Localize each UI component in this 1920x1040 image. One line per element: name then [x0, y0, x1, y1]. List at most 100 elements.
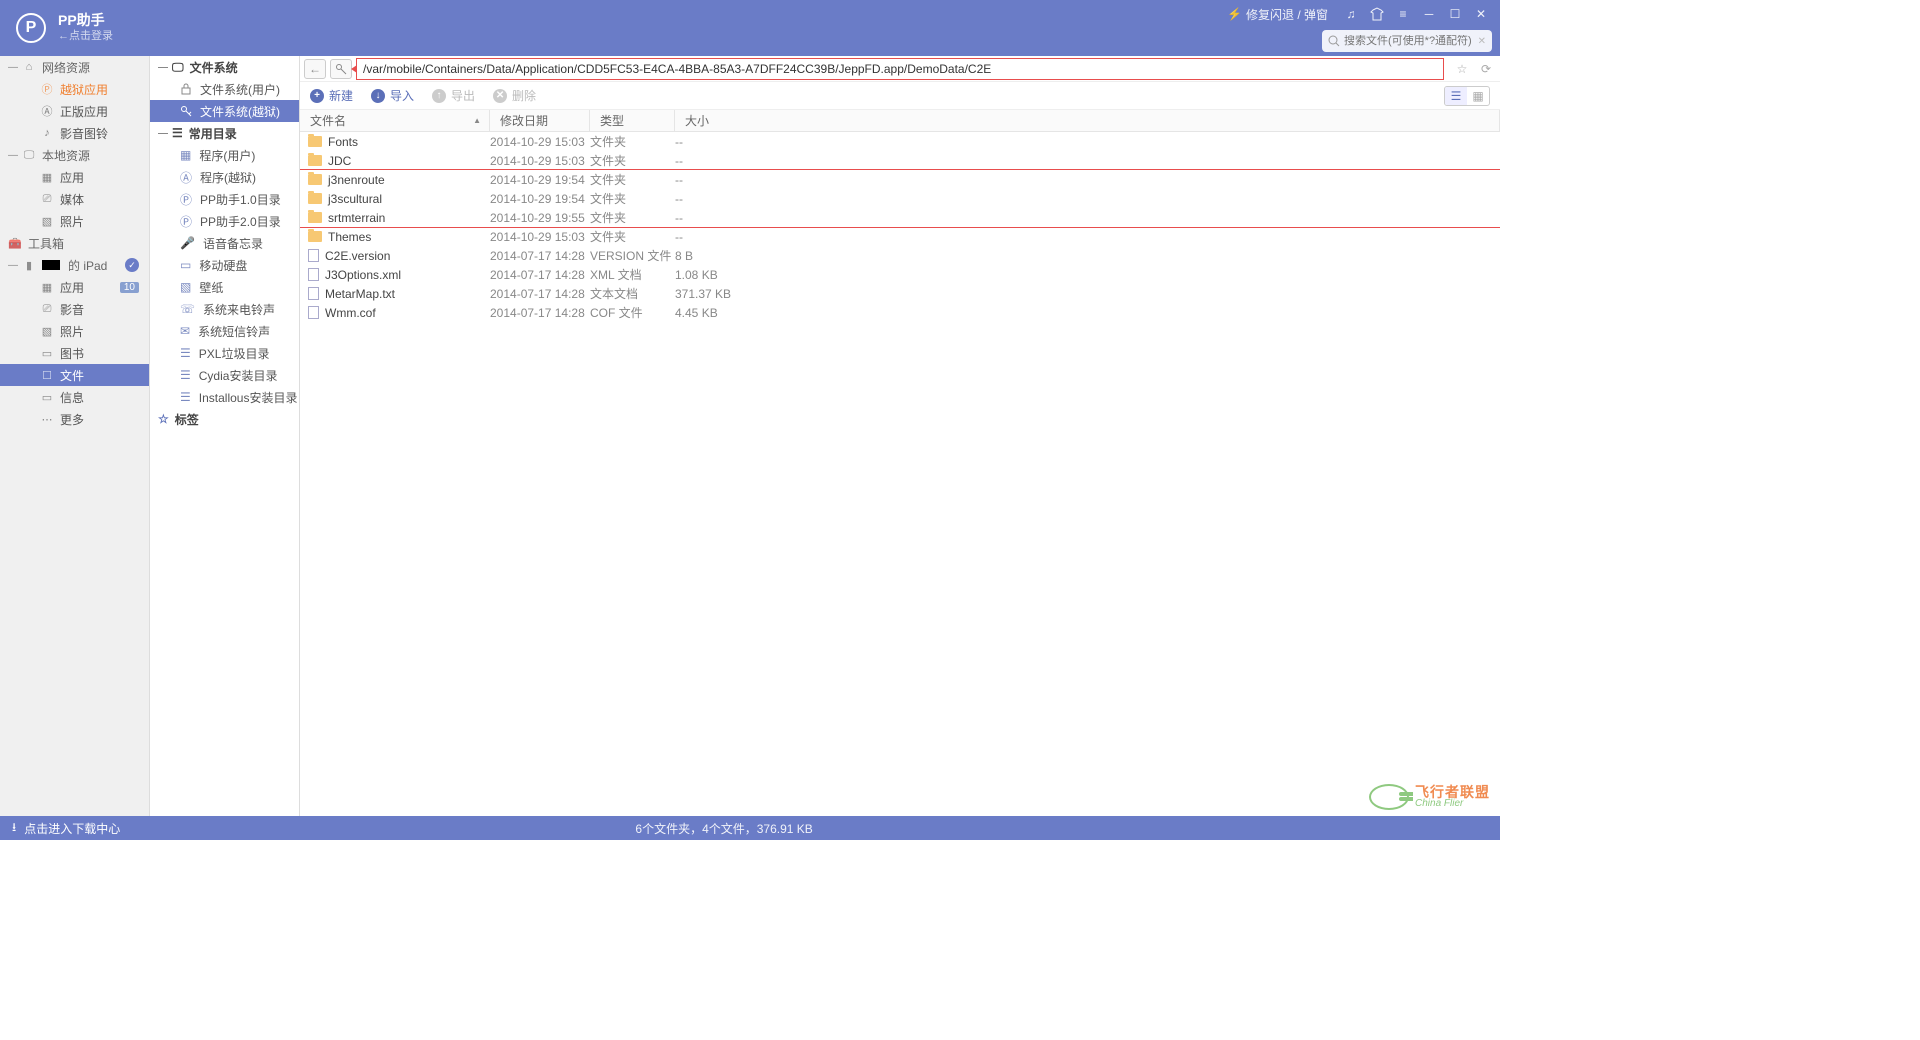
- common-dir-item[interactable]: ⓅPP助手1.0目录: [150, 188, 299, 210]
- common-dir-item[interactable]: ▦程序(用户): [150, 144, 299, 166]
- nav-back-button[interactable]: ←: [304, 59, 326, 79]
- common-dir-item[interactable]: ▭移动硬盘: [150, 254, 299, 276]
- sidebar-item-dev-more[interactable]: ⋯更多: [0, 408, 149, 430]
- import-button[interactable]: ↓导入: [371, 87, 414, 104]
- search-input[interactable]: [1322, 30, 1492, 52]
- fs-jailbreak[interactable]: 文件系统(越狱): [150, 100, 299, 122]
- new-button[interactable]: +新建: [310, 87, 353, 104]
- path-input[interactable]: /var/mobile/Containers/Data/Application/…: [356, 58, 1444, 80]
- close-icon[interactable]: ✕: [1470, 3, 1492, 25]
- grid-icon: ▦: [40, 170, 54, 184]
- login-hint[interactable]: ←点击登录: [58, 29, 113, 43]
- section-bookmarks[interactable]: ☆标签: [150, 408, 299, 430]
- col-size[interactable]: 大小: [675, 110, 1500, 131]
- sidebar-item-media-rings[interactable]: ♪影音图铃: [0, 122, 149, 144]
- titlebar: P PP助手 ←点击登录 修复闪退 / 弹窗 ♫ ≡ ─ ☐ ✕: [0, 0, 1500, 56]
- fs-user[interactable]: 文件系统(用户): [150, 78, 299, 100]
- col-type[interactable]: 类型: [590, 110, 675, 131]
- view-list-button[interactable]: ☰: [1445, 87, 1467, 105]
- download-center-button[interactable]: ⭳点击进入下载中心: [12, 818, 120, 839]
- table-row[interactable]: C2E.version2014-07-17 14:28VERSION 文件8 B: [300, 246, 1500, 265]
- table-row[interactable]: Themes2014-10-29 15:03文件夹--: [300, 227, 1500, 246]
- sidebar-item-dev-info[interactable]: ▭信息: [0, 386, 149, 408]
- common-dir-item[interactable]: ☰PXL垃圾目录: [150, 342, 299, 364]
- grid-icon: ▦: [180, 148, 191, 162]
- sidebar-item-media[interactable]: ⎚媒体: [0, 188, 149, 210]
- col-name[interactable]: 文件名▲: [300, 110, 490, 131]
- table-row[interactable]: JDC2014-10-29 15:03文件夹--: [300, 151, 1500, 170]
- folder-icon: [308, 136, 322, 147]
- minimize-icon[interactable]: ─: [1418, 3, 1440, 25]
- sidebar-item-apps[interactable]: ▦应用: [0, 166, 149, 188]
- cydia-icon: ☰: [180, 368, 191, 382]
- common-dir-item[interactable]: ✉系统短信铃声: [150, 320, 299, 342]
- content-area: ← /var/mobile/Containers/Data/Applicatio…: [300, 56, 1500, 816]
- common-dir-item[interactable]: ☰Cydia安装目录: [150, 364, 299, 386]
- table-row[interactable]: Fonts2014-10-29 15:03文件夹--: [300, 132, 1500, 151]
- repair-link[interactable]: 修复闪退 / 弹窗: [1219, 6, 1336, 23]
- section-filesystem[interactable]: —🖵文件系统: [150, 56, 299, 78]
- book-icon: ▭: [40, 346, 54, 360]
- sidebar-item-dev-photos[interactable]: ▧照片: [0, 320, 149, 342]
- section-common-dirs[interactable]: —☰常用目录: [150, 122, 299, 144]
- table-row[interactable]: srtmterrain2014-10-29 19:55文件夹--: [300, 208, 1500, 227]
- common-dir-item[interactable]: ⓅPP助手2.0目录: [150, 210, 299, 232]
- common-dir-item[interactable]: ☰Installous安装目录: [150, 386, 299, 408]
- status-summary: 6个文件夹，4个文件，376.91 KB: [120, 820, 1328, 837]
- more-icon: ⋯: [40, 412, 54, 426]
- table-row[interactable]: Wmm.cof2014-07-17 14:28COF 文件4.45 KB: [300, 303, 1500, 322]
- statusbar: ⭳点击进入下载中心 6个文件夹，4个文件，376.91 KB: [0, 816, 1500, 840]
- file-icon: [308, 249, 319, 262]
- menu-icon[interactable]: ≡: [1392, 3, 1414, 25]
- section-toolbox[interactable]: 🧰工具箱: [0, 232, 149, 254]
- sidebar-item-photos[interactable]: ▧照片: [0, 210, 149, 232]
- app-title: PP助手: [58, 12, 113, 29]
- refresh-button[interactable]: ⟳: [1476, 59, 1496, 79]
- section-device[interactable]: —▮的 iPad✓: [0, 254, 149, 276]
- sidebar-item-jailbreak-apps[interactable]: Ⓟ越狱应用: [0, 78, 149, 100]
- x-icon: ✕: [493, 89, 507, 103]
- col-date[interactable]: 修改日期: [490, 110, 590, 131]
- p-icon: Ⓟ: [40, 82, 54, 96]
- music-icon[interactable]: ♫: [1340, 3, 1362, 25]
- sidebar-item-genuine-apps[interactable]: Ⓐ正版应用: [0, 100, 149, 122]
- folder-icon: [308, 231, 322, 242]
- common-dir-item[interactable]: 🎤语音备忘录: [150, 232, 299, 254]
- common-dir-item[interactable]: ▧壁纸: [150, 276, 299, 298]
- bookmark-button[interactable]: ☆: [1452, 59, 1472, 79]
- pathbar: ← /var/mobile/Containers/Data/Applicatio…: [300, 56, 1500, 82]
- delete-button: ✕删除: [493, 87, 536, 104]
- camera-icon: ⎚: [40, 192, 54, 206]
- chat-icon: ▭: [40, 390, 54, 404]
- common-dir-item[interactable]: ☏系统来电铃声: [150, 298, 299, 320]
- common-dir-item[interactable]: Ⓐ程序(越狱): [150, 166, 299, 188]
- table-row[interactable]: MetarMap.txt2014-07-17 14:28文本文档371.37 K…: [300, 284, 1500, 303]
- inst-icon: ☰: [180, 390, 191, 404]
- pic-icon: ▧: [180, 280, 191, 294]
- note-icon: ♪: [40, 126, 54, 140]
- maximize-icon[interactable]: ☐: [1444, 3, 1466, 25]
- view-grid-button[interactable]: ▦: [1467, 87, 1489, 105]
- section-network[interactable]: —⌂网络资源: [0, 56, 149, 78]
- secondary-sidebar: —🖵文件系统 文件系统(用户) 文件系统(越狱) —☰常用目录 ▦程序(用户)Ⓐ…: [150, 56, 300, 816]
- folder-icon: [308, 174, 322, 185]
- nav-root-button[interactable]: [330, 59, 352, 79]
- mic-icon: 🎤: [180, 236, 195, 250]
- sidebar-item-dev-media[interactable]: ⎚影音: [0, 298, 149, 320]
- sidebar-item-dev-apps[interactable]: ▦应用10: [0, 276, 149, 298]
- a-icon: Ⓐ: [40, 104, 54, 118]
- search-field[interactable]: [1344, 35, 1486, 47]
- table-header: 文件名▲ 修改日期 类型 大小: [300, 110, 1500, 132]
- trash-icon: ☰: [180, 346, 191, 360]
- section-local[interactable]: —🖵本地资源: [0, 144, 149, 166]
- table-row[interactable]: j3scultural2014-10-29 19:54文件夹--: [300, 189, 1500, 208]
- export-button: ↑导出: [432, 87, 475, 104]
- grid-icon: ▦: [40, 280, 54, 294]
- sidebar-item-dev-files[interactable]: ☐文件: [0, 364, 149, 386]
- skin-icon[interactable]: [1366, 3, 1388, 25]
- sidebar-item-dev-books[interactable]: ▭图书: [0, 342, 149, 364]
- table-row[interactable]: J3Options.xml2014-07-17 14:28XML 文档1.08 …: [300, 265, 1500, 284]
- table-row[interactable]: j3nenroute2014-10-29 19:54文件夹--: [300, 170, 1500, 189]
- download-icon: ⭳: [12, 818, 16, 839]
- file-icon: ☐: [40, 368, 54, 382]
